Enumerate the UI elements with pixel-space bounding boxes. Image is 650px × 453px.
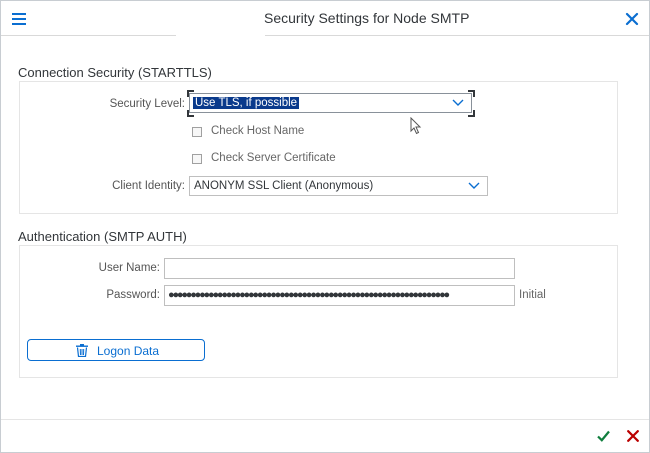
security-level-select[interactable]: Use TLS, if possible [189, 93, 472, 113]
security-level-label: Security Level: [109, 98, 185, 110]
check-host-name-label: Check Host Name [211, 125, 305, 137]
user-name-input[interactable] [164, 258, 515, 279]
footer-divider [1, 419, 649, 420]
chevron-down-icon [468, 182, 480, 189]
security-level-value: Use TLS, if possible [193, 97, 300, 109]
security-settings-dialog: Security Settings for Node SMTP Connecti… [0, 0, 650, 453]
dialog-title: Security Settings for Node SMTP [264, 10, 470, 26]
header-divider-gap [176, 34, 265, 37]
check-host-name-checkbox[interactable] [192, 127, 202, 137]
client-identity-value: ANONYM SSL Client (Anonymous) [194, 180, 374, 192]
close-icon[interactable] [625, 12, 639, 26]
check-server-certificate-label: Check Server Certificate [211, 152, 336, 164]
chevron-down-icon [452, 99, 464, 106]
menu-icon[interactable] [12, 12, 26, 26]
mouse-pointer-icon [410, 117, 422, 135]
focus-corner-top-right [468, 90, 475, 97]
user-name-label: User Name: [98, 262, 160, 274]
focus-corner-bottom-right [468, 110, 475, 117]
logon-data-button[interactable]: Logon Data [27, 339, 205, 361]
check-server-certificate-checkbox[interactable] [192, 154, 202, 164]
focus-corner-bottom-left [187, 110, 194, 117]
password-mask: ●●●●●●●●●●●●●●●●●●●●●●●●●●●●●●●●●●●●●●●●… [168, 289, 450, 301]
checkmark-icon[interactable] [597, 430, 610, 442]
password-status: Initial [519, 289, 546, 301]
header-divider [1, 35, 649, 36]
focus-corner-top-left [187, 90, 194, 97]
cancel-icon[interactable] [627, 430, 639, 442]
password-input[interactable]: ●●●●●●●●●●●●●●●●●●●●●●●●●●●●●●●●●●●●●●●●… [164, 285, 515, 306]
dialog-header: Security Settings for Node SMTP [1, 1, 649, 35]
password-label: Password: [106, 289, 160, 301]
client-identity-label: Client Identity: [112, 180, 185, 192]
trash-icon [76, 344, 88, 357]
connection-security-heading: Connection Security (STARTTLS) [18, 65, 212, 80]
authentication-heading: Authentication (SMTP AUTH) [18, 229, 187, 244]
client-identity-select[interactable]: ANONYM SSL Client (Anonymous) [189, 176, 488, 196]
logon-data-label: Logon Data [97, 344, 160, 358]
